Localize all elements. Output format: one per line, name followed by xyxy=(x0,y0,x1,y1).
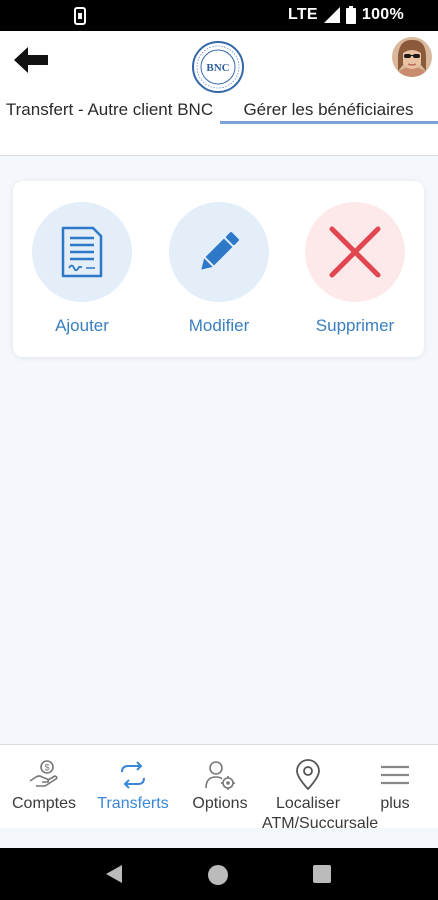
tab-manage-beneficiaries[interactable]: Gérer les bénéficiaires xyxy=(219,97,438,155)
active-tab-indicator xyxy=(220,121,438,124)
header-divider xyxy=(0,155,438,156)
user-settings-icon xyxy=(205,761,235,790)
back-arrow-icon[interactable] xyxy=(14,45,50,75)
sim-icon xyxy=(74,7,86,25)
tab-transfer-other-client[interactable]: Transfert - Autre client BNC xyxy=(0,97,219,155)
system-recents-icon[interactable] xyxy=(313,865,331,883)
avatar[interactable] xyxy=(392,37,432,77)
add-label: Ajouter xyxy=(55,316,109,335)
close-x-icon xyxy=(329,226,381,278)
avatar-image xyxy=(392,37,432,77)
nav-options[interactable]: Options xyxy=(182,745,258,829)
bottom-navigation: $ Comptes Transferts Options Localiser A… xyxy=(0,744,438,832)
bank-logo: BNC xyxy=(192,41,244,93)
status-bar: LTE 100% xyxy=(0,0,438,31)
system-back-icon[interactable] xyxy=(104,864,124,884)
app-header: BNC Transfert - Autre client BNC Gérer l… xyxy=(0,31,438,155)
nav-locate-label: Localiser ATM/Succursale xyxy=(262,795,379,832)
nav-transfers[interactable]: Transferts xyxy=(90,745,176,829)
add-icon-circle xyxy=(32,202,132,302)
delete-beneficiary-button[interactable]: Supprimer xyxy=(305,202,405,336)
nav-locate-atm[interactable]: Localiser ATM/Succursale xyxy=(262,745,378,832)
edit-icon-circle xyxy=(169,202,269,302)
document-icon xyxy=(61,226,103,278)
nav-options-label: Options xyxy=(192,795,248,812)
system-home-icon[interactable] xyxy=(207,864,229,886)
status-indicators: LTE 100% xyxy=(288,6,404,24)
add-beneficiary-button[interactable]: Ajouter xyxy=(32,202,132,336)
nav-more[interactable]: plus xyxy=(362,745,428,829)
tab-label: Gérer les bénéficiaires xyxy=(243,100,414,119)
location-pin-icon xyxy=(296,759,320,791)
pencil-icon xyxy=(201,232,239,270)
nav-transfers-label: Transferts xyxy=(97,795,169,812)
nav-accounts-label: Comptes xyxy=(11,795,77,812)
edit-beneficiary-button[interactable]: Modifier xyxy=(169,202,269,336)
signal-icon xyxy=(323,7,340,23)
delete-label: Supprimer xyxy=(315,316,395,335)
battery-icon xyxy=(345,6,356,24)
nav-more-label: plus xyxy=(380,795,410,812)
edit-label: Modifier xyxy=(188,316,250,335)
system-navigation-bar xyxy=(0,848,438,900)
svg-text:$: $ xyxy=(44,763,49,773)
transfer-arrows-icon xyxy=(121,761,145,789)
delete-icon-circle xyxy=(305,202,405,302)
money-hand-icon: $ xyxy=(29,760,58,787)
logo-text: BNC xyxy=(206,62,229,74)
tab-label: Transfert - Autre client BNC xyxy=(5,100,214,119)
network-label: LTE xyxy=(287,6,318,23)
nav-accounts[interactable]: $ Comptes xyxy=(4,745,84,829)
beneficiary-actions-card: Ajouter Modifier Supprimer xyxy=(13,181,424,357)
menu-icon xyxy=(381,765,409,785)
battery-label: 100% xyxy=(361,6,404,23)
tab-bar: Transfert - Autre client BNC Gérer les b… xyxy=(0,97,438,155)
